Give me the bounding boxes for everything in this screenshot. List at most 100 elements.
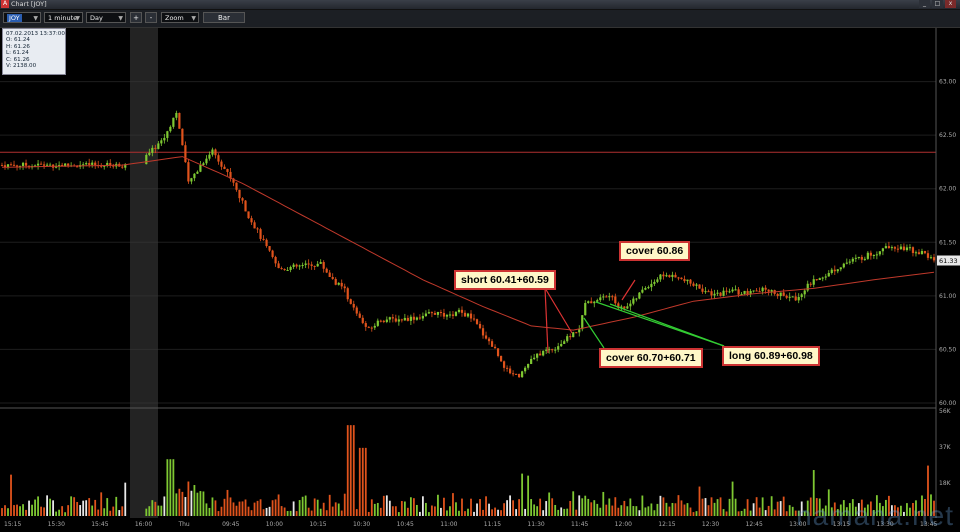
candle-body xyxy=(839,267,842,270)
volume-bar xyxy=(337,503,340,516)
candle-body xyxy=(590,301,593,304)
window-titlebar: A Chart [JOY] _ □ x xyxy=(0,0,960,10)
candle-body xyxy=(917,252,921,255)
candle-body xyxy=(457,309,461,312)
volume-bar xyxy=(412,498,415,516)
volume-bar xyxy=(458,510,460,516)
candle-body xyxy=(478,323,482,329)
candle-body xyxy=(481,328,485,336)
chevron-down-icon: ▼ xyxy=(191,15,196,22)
candle-body xyxy=(403,317,406,321)
volume-bar xyxy=(172,459,175,516)
volume-bar xyxy=(232,502,235,516)
volume-bar xyxy=(743,508,746,516)
volume-bar xyxy=(283,507,286,516)
zoom-out-button[interactable]: - xyxy=(145,12,157,23)
candle-body xyxy=(307,263,310,265)
candle-body xyxy=(683,279,686,282)
volume-bar xyxy=(575,509,578,516)
volume-bar xyxy=(349,425,352,516)
candle-body xyxy=(776,293,779,297)
close-button[interactable]: x xyxy=(945,0,956,8)
candle-body xyxy=(208,154,211,159)
volume-bar xyxy=(295,511,298,516)
candle-body xyxy=(587,301,590,303)
volume-bar xyxy=(578,495,581,516)
volume-bar xyxy=(148,506,151,516)
candle-body xyxy=(460,309,464,313)
volume-bar xyxy=(373,503,376,516)
candle-body xyxy=(890,247,894,249)
volume-bar xyxy=(635,506,638,516)
candle-body xyxy=(343,286,346,289)
volume-bar xyxy=(656,503,659,516)
candle-body xyxy=(292,264,295,267)
interval-select[interactable]: 1 minute ▼ xyxy=(44,12,83,23)
candle-body xyxy=(430,312,434,314)
volume-bar xyxy=(611,505,614,516)
candle-body xyxy=(527,363,530,368)
volume-bar xyxy=(106,498,109,516)
candle-body xyxy=(172,117,175,127)
time-tick-label: 11:45 xyxy=(571,521,588,528)
candle-body xyxy=(560,343,563,347)
candle-body xyxy=(578,329,581,333)
candle-body xyxy=(385,319,388,322)
candle-body xyxy=(719,292,722,296)
volume-bar xyxy=(91,505,94,516)
volume-bar xyxy=(331,506,334,516)
candle-body xyxy=(391,317,394,319)
volume-bar xyxy=(55,511,58,516)
candle-body xyxy=(214,149,217,156)
candle-body xyxy=(205,158,208,164)
volume-bar xyxy=(43,507,45,516)
volume-bar xyxy=(671,502,674,516)
volume-bar xyxy=(662,497,665,516)
candle-body xyxy=(572,332,575,338)
volume-bar xyxy=(506,500,508,516)
candle-body xyxy=(199,164,202,172)
volume-bar xyxy=(205,503,208,516)
zoom-value: Zoom xyxy=(165,14,184,22)
volume-bar xyxy=(280,506,283,516)
volume-bar xyxy=(208,507,211,516)
candle-body xyxy=(623,306,626,309)
symbol-select[interactable]: JOY ▼ xyxy=(3,12,41,23)
candle-body xyxy=(178,112,181,129)
maximize-button[interactable]: □ xyxy=(932,0,943,8)
volume-bar xyxy=(13,505,15,516)
volume-bar xyxy=(112,506,115,516)
candle-body xyxy=(190,178,193,182)
volume-bar xyxy=(518,499,521,516)
annotation-cover-2: cover 60.70+60.71 xyxy=(599,348,703,368)
price-tick-label: 60.50 xyxy=(939,346,956,353)
span-select[interactable]: Day ▼ xyxy=(86,12,126,23)
candle-body xyxy=(731,289,734,292)
candle-body xyxy=(908,247,912,249)
annotation-short: short 60.41+60.59 xyxy=(454,270,556,290)
candle-body xyxy=(145,154,148,165)
volume-bar xyxy=(370,499,373,516)
volume-bar xyxy=(250,510,253,516)
candle-body xyxy=(869,252,872,256)
last-price-label: 61.33 xyxy=(939,257,958,265)
candle-body xyxy=(629,303,632,307)
candle-body xyxy=(929,257,933,259)
bar-style-button[interactable]: Bar xyxy=(203,12,245,23)
volume-bar xyxy=(686,503,689,516)
volume-bar xyxy=(533,504,536,516)
candle-body xyxy=(502,361,506,368)
zoom-in-button[interactable]: + xyxy=(130,12,142,23)
minimize-button[interactable]: _ xyxy=(919,0,930,8)
volume-bar xyxy=(82,500,85,516)
candle-body xyxy=(626,306,629,309)
price-tick-label: 63.00 xyxy=(939,79,956,86)
candle-body xyxy=(932,257,936,261)
volume-bar xyxy=(160,505,163,516)
volume-bar xyxy=(79,505,82,516)
candle-body xyxy=(923,251,927,254)
zoom-select[interactable]: Zoom ▼ xyxy=(161,12,199,23)
candle-body xyxy=(304,263,307,266)
volume-bar xyxy=(31,504,33,516)
volume-bar xyxy=(223,498,226,516)
